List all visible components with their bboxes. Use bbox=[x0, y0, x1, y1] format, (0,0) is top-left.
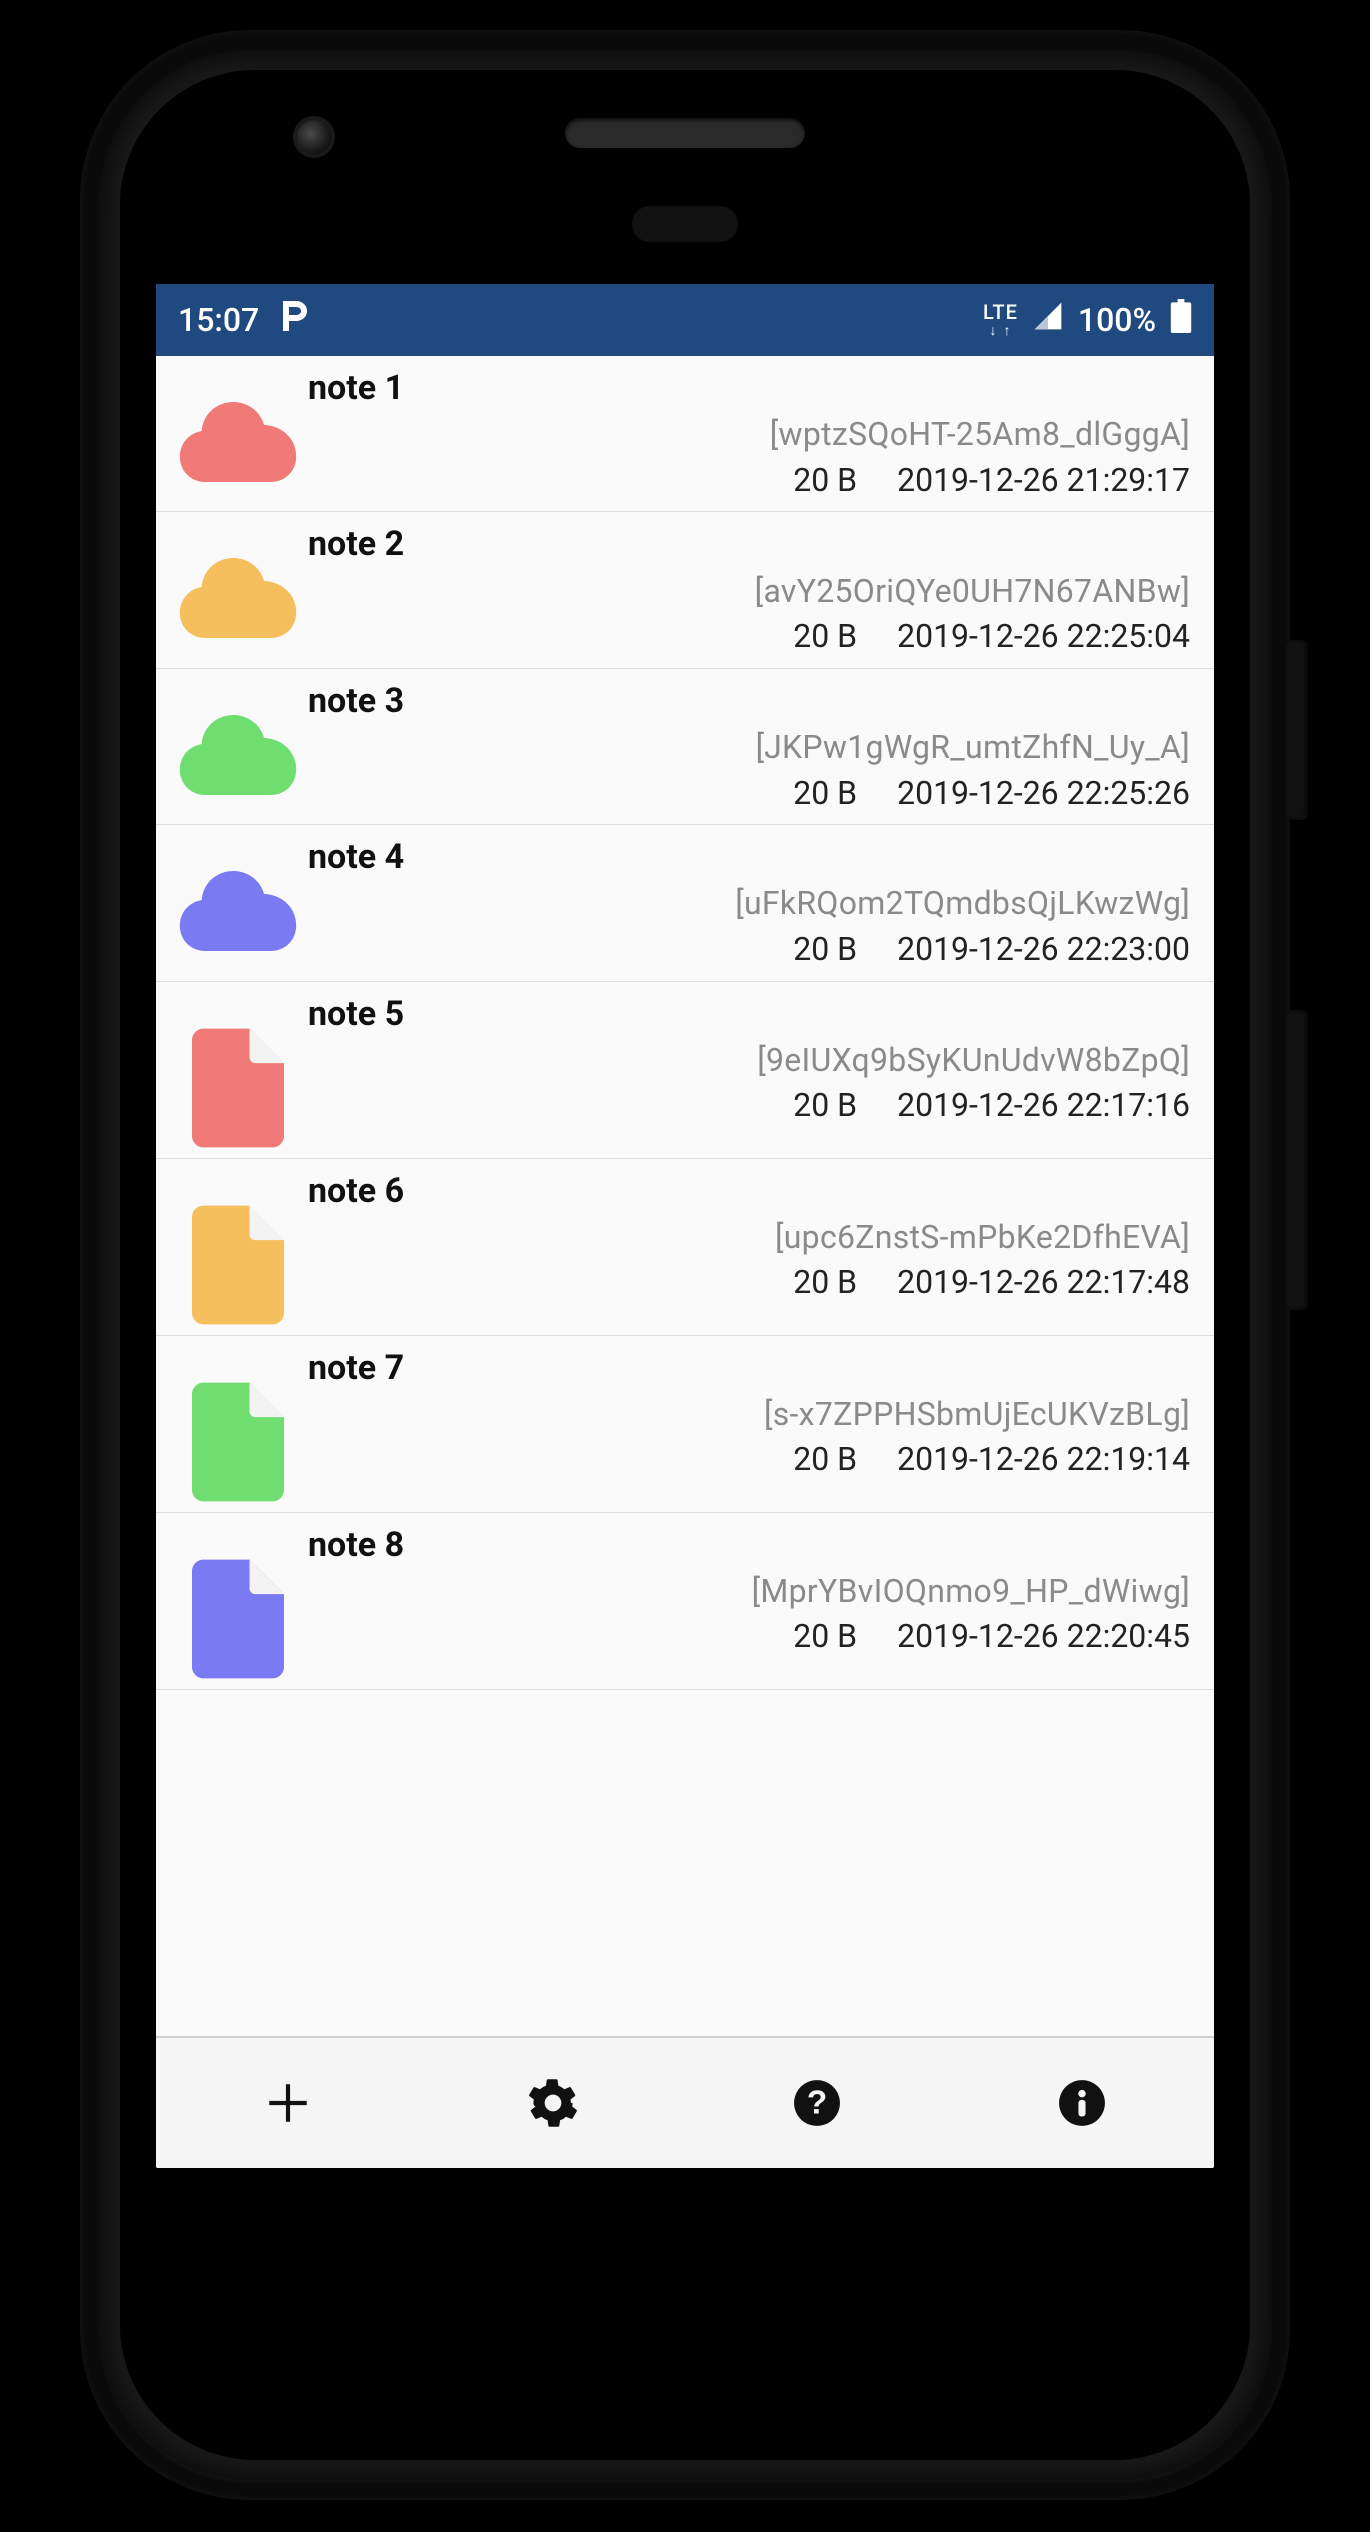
note-meta: 20 B 2019-12-26 22:17:48 bbox=[308, 1262, 1190, 1304]
note-size: 20 B bbox=[793, 1262, 857, 1304]
signal-icon bbox=[1032, 300, 1064, 340]
status-bar: 15:07 LTE ↓↑ 100% bbox=[156, 284, 1214, 356]
status-left: 15:07 bbox=[178, 299, 309, 342]
note-timestamp: 2019-12-26 21:29:17 bbox=[897, 460, 1190, 502]
note-row[interactable]: note 6[upc6ZnstS-mPbKe2DfhEVA]20 B 2019-1… bbox=[156, 1159, 1214, 1336]
note-hash: [upc6ZnstS-mPbKe2DfhEVA] bbox=[308, 1217, 1190, 1259]
help-icon: ? bbox=[792, 2078, 842, 2128]
status-clock: 15:07 bbox=[178, 301, 259, 339]
note-meta: 20 B 2019-12-26 22:25:26 bbox=[308, 773, 1190, 815]
note-row[interactable]: note 7[s-x7ZPPHSbmUjEcUKVzBLg]20 B 2019-1… bbox=[156, 1336, 1214, 1513]
note-title: note 8 bbox=[308, 1523, 1190, 1567]
note-row[interactable]: note 5[9eIUXq9bSyKUnUdvW8bZpQ]20 B 2019-1… bbox=[156, 982, 1214, 1159]
note-hash: [avY25OriQYe0UH7N67ANBw] bbox=[308, 571, 1190, 613]
note-size: 20 B bbox=[793, 1616, 857, 1658]
note-meta: 20 B 2019-12-26 22:25:04 bbox=[308, 616, 1190, 658]
note-timestamp: 2019-12-26 22:17:16 bbox=[897, 1085, 1190, 1127]
note-row[interactable]: note 1[wptzSQoHT-25Am8_dlGggA]20 B 2019-1… bbox=[156, 356, 1214, 512]
network-lte-icon: LTE ↓↑ bbox=[983, 302, 1018, 338]
note-hash: [uFkRQom2TQmdbsQjLKwzWg] bbox=[308, 883, 1190, 925]
svg-text:?: ? bbox=[807, 2084, 827, 2121]
note-title: note 3 bbox=[308, 679, 1190, 723]
note-meta: 20 B 2019-12-26 22:17:16 bbox=[308, 1085, 1190, 1127]
device-sensor bbox=[632, 206, 738, 242]
note-body: note 3[JKPw1gWgR_umtZhfN_Uy_A]20 B 2019-1… bbox=[308, 679, 1190, 814]
document-icon bbox=[168, 1346, 308, 1502]
device-camera bbox=[297, 120, 331, 154]
note-row[interactable]: note 8[MprYBvIOQnmo9_HP_dWiwg]20 B 2019-1… bbox=[156, 1513, 1214, 1690]
document-icon bbox=[168, 1523, 308, 1679]
note-body: note 7[s-x7ZPPHSbmUjEcUKVzBLg]20 B 2019-1… bbox=[308, 1346, 1190, 1481]
cloud-icon bbox=[168, 679, 308, 795]
android-p-icon bbox=[279, 299, 309, 342]
note-title: note 5 bbox=[308, 992, 1190, 1036]
bottom-toolbar: ? bbox=[156, 2036, 1214, 2168]
note-timestamp: 2019-12-26 22:25:26 bbox=[897, 773, 1190, 815]
device-side-button-1 bbox=[1286, 640, 1308, 820]
status-right: LTE ↓↑ 100% bbox=[983, 299, 1192, 341]
note-size: 20 B bbox=[793, 460, 857, 502]
note-body: note 4[uFkRQom2TQmdbsQjLKwzWg]20 B 2019-1… bbox=[308, 835, 1190, 970]
note-meta: 20 B 2019-12-26 21:29:17 bbox=[308, 460, 1190, 502]
cloud-icon bbox=[168, 835, 308, 951]
document-icon bbox=[168, 992, 308, 1148]
note-row[interactable]: note 4[uFkRQom2TQmdbsQjLKwzWg]20 B 2019-1… bbox=[156, 825, 1214, 981]
note-row[interactable]: note 2 [avY25OriQYe0UH7N67ANBw]20 B 2019-1… bbox=[156, 512, 1214, 668]
note-timestamp: 2019-12-26 22:25:04 bbox=[897, 616, 1190, 658]
note-list[interactable]: note 1[wptzSQoHT-25Am8_dlGggA]20 B2019-1… bbox=[156, 356, 1214, 1690]
note-meta: 20 B 2019-12-26 22:19:14 bbox=[308, 1439, 1190, 1481]
note-size: 20 B bbox=[793, 929, 857, 971]
note-meta: 20 B 2019-12-26 22:23:00 bbox=[308, 929, 1190, 971]
note-title: note 7 bbox=[308, 1346, 1190, 1390]
device-speaker bbox=[565, 118, 805, 148]
add-button[interactable] bbox=[253, 2068, 323, 2138]
settings-button[interactable] bbox=[518, 2068, 588, 2138]
note-body: note 5[9eIUXq9bSyKUnUdvW8bZpQ]20 B 2019-1… bbox=[308, 992, 1190, 1127]
note-timestamp: 2019-12-26 22:17:48 bbox=[897, 1262, 1190, 1304]
note-row[interactable]: note 3[JKPw1gWgR_umtZhfN_Uy_A]20 B 2019-1… bbox=[156, 669, 1214, 825]
note-size: 20 B bbox=[793, 616, 857, 658]
info-button[interactable] bbox=[1047, 2068, 1117, 2138]
note-body: note 2 [avY25OriQYe0UH7N67ANBw]20 B 2019-1… bbox=[308, 522, 1190, 657]
note-title: note 2 bbox=[308, 522, 1190, 566]
info-icon bbox=[1057, 2078, 1107, 2128]
network-arrows-icon: ↓↑ bbox=[989, 324, 1011, 338]
battery-icon bbox=[1170, 299, 1192, 341]
note-size: 20 B bbox=[793, 773, 857, 815]
document-icon bbox=[168, 1169, 308, 1325]
note-hash: [MprYBvIOQnmo9_HP_dWiwg] bbox=[308, 1571, 1190, 1613]
help-button[interactable]: ? bbox=[782, 2068, 852, 2138]
note-body: note 1[wptzSQoHT-25Am8_dlGggA]20 B 2019-1… bbox=[308, 366, 1190, 501]
cloud-icon bbox=[168, 366, 308, 482]
note-timestamp: 2019-12-26 22:20:45 bbox=[897, 1616, 1190, 1658]
device-side-button-2 bbox=[1286, 1010, 1308, 1310]
cloud-icon bbox=[168, 522, 308, 638]
plus-icon bbox=[263, 2078, 313, 2128]
network-label: LTE bbox=[983, 302, 1018, 322]
note-title: note 6 bbox=[308, 1169, 1190, 1213]
note-title: note 1 bbox=[308, 366, 1190, 410]
gear-icon bbox=[528, 2078, 578, 2128]
note-body: note 6[upc6ZnstS-mPbKe2DfhEVA]20 B 2019-1… bbox=[308, 1169, 1190, 1304]
note-hash: [9eIUXq9bSyKUnUdvW8bZpQ] bbox=[308, 1040, 1190, 1082]
battery-percent: 100% bbox=[1078, 301, 1156, 339]
note-title: note 4 bbox=[308, 835, 1190, 879]
note-hash: [s-x7ZPPHSbmUjEcUKVzBLg] bbox=[308, 1394, 1190, 1436]
note-size: 20 B bbox=[793, 1085, 857, 1127]
note-hash: [wptzSQoHT-25Am8_dlGggA] bbox=[308, 414, 1190, 456]
note-size: 20 B bbox=[793, 1439, 857, 1481]
note-body: note 8[MprYBvIOQnmo9_HP_dWiwg]20 B 2019-1… bbox=[308, 1523, 1190, 1658]
note-meta: 20 B 2019-12-26 22:20:45 bbox=[308, 1616, 1190, 1658]
note-timestamp: 2019-12-26 22:23:00 bbox=[897, 929, 1190, 971]
note-timestamp: 2019-12-26 22:19:14 bbox=[897, 1439, 1190, 1481]
screen: 15:07 LTE ↓↑ 100% note 1 bbox=[156, 284, 1214, 2168]
note-hash: [JKPw1gWgR_umtZhfN_Uy_A] bbox=[308, 727, 1190, 769]
